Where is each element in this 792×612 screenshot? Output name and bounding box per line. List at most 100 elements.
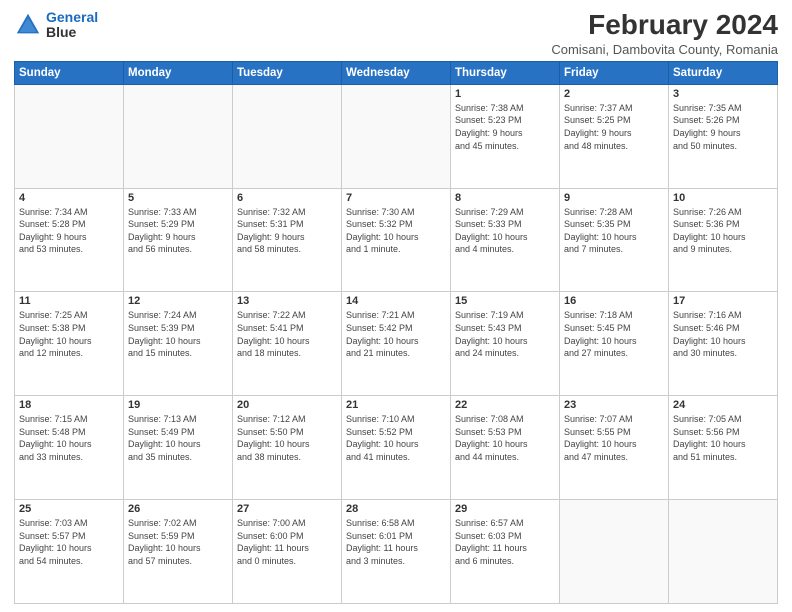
day-info: Sunrise: 7:00 AM Sunset: 6:00 PM Dayligh… (237, 517, 337, 567)
calendar-cell: 3 Sunrise: 7:35 AM Sunset: 5:26 PM Daylig… (669, 84, 778, 188)
calendar-cell (15, 84, 124, 188)
day-number: 7 (346, 192, 446, 204)
day-info: Sunrise: 7:18 AM Sunset: 5:45 PM Dayligh… (564, 309, 664, 359)
calendar-cell: 20 Sunrise: 7:12 AM Sunset: 5:50 PM Dayli… (233, 396, 342, 500)
day-number: 5 (128, 192, 228, 204)
header: General Blue February 2024 Comisani, Dam… (14, 10, 778, 57)
day-info: Sunrise: 6:57 AM Sunset: 6:03 PM Dayligh… (455, 517, 555, 567)
week-row-5: 25 Sunrise: 7:03 AM Sunset: 5:57 PM Dayli… (15, 500, 778, 604)
day-info: Sunrise: 7:12 AM Sunset: 5:50 PM Dayligh… (237, 413, 337, 463)
day-info: Sunrise: 7:05 AM Sunset: 5:56 PM Dayligh… (673, 413, 773, 463)
day-info: Sunrise: 7:24 AM Sunset: 5:39 PM Dayligh… (128, 309, 228, 359)
day-number: 17 (673, 295, 773, 307)
title-block: February 2024 Comisani, Dambovita County… (551, 10, 778, 57)
calendar-cell: 13 Sunrise: 7:22 AM Sunset: 5:41 PM Dayli… (233, 292, 342, 396)
day-number: 26 (128, 503, 228, 515)
calendar-cell (124, 84, 233, 188)
day-number: 22 (455, 399, 555, 411)
day-number: 8 (455, 192, 555, 204)
weekday-header-thursday: Thursday (451, 61, 560, 84)
calendar-cell: 19 Sunrise: 7:13 AM Sunset: 5:49 PM Dayli… (124, 396, 233, 500)
day-info: Sunrise: 7:35 AM Sunset: 5:26 PM Dayligh… (673, 102, 773, 152)
day-info: Sunrise: 7:21 AM Sunset: 5:42 PM Dayligh… (346, 309, 446, 359)
weekday-header-tuesday: Tuesday (233, 61, 342, 84)
day-info: Sunrise: 7:28 AM Sunset: 5:35 PM Dayligh… (564, 206, 664, 256)
day-number: 14 (346, 295, 446, 307)
day-info: Sunrise: 7:19 AM Sunset: 5:43 PM Dayligh… (455, 309, 555, 359)
week-row-4: 18 Sunrise: 7:15 AM Sunset: 5:48 PM Dayli… (15, 396, 778, 500)
day-info: Sunrise: 7:13 AM Sunset: 5:49 PM Dayligh… (128, 413, 228, 463)
calendar-cell: 21 Sunrise: 7:10 AM Sunset: 5:52 PM Dayli… (342, 396, 451, 500)
calendar-cell: 4 Sunrise: 7:34 AM Sunset: 5:28 PM Daylig… (15, 188, 124, 292)
logo: General Blue (14, 10, 98, 41)
calendar-cell: 5 Sunrise: 7:33 AM Sunset: 5:29 PM Daylig… (124, 188, 233, 292)
day-number: 18 (19, 399, 119, 411)
subtitle: Comisani, Dambovita County, Romania (551, 42, 778, 57)
calendar-cell: 24Sunrise: 7:05 AM Sunset: 5:56 PM Dayli… (669, 396, 778, 500)
calendar-cell: 1Sunrise: 7:38 AM Sunset: 5:23 PM Daylig… (451, 84, 560, 188)
day-info: Sunrise: 7:03 AM Sunset: 5:57 PM Dayligh… (19, 517, 119, 567)
calendar-cell: 28Sunrise: 6:58 AM Sunset: 6:01 PM Dayli… (342, 500, 451, 604)
day-info: Sunrise: 7:08 AM Sunset: 5:53 PM Dayligh… (455, 413, 555, 463)
day-number: 9 (564, 192, 664, 204)
day-info: Sunrise: 7:02 AM Sunset: 5:59 PM Dayligh… (128, 517, 228, 567)
calendar-cell: 23 Sunrise: 7:07 AM Sunset: 5:55 PM Dayli… (560, 396, 669, 500)
day-info: Sunrise: 7:07 AM Sunset: 5:55 PM Dayligh… (564, 413, 664, 463)
day-number: 20 (237, 399, 337, 411)
day-info: Sunrise: 7:25 AM Sunset: 5:38 PM Dayligh… (19, 309, 119, 359)
day-number: 12 (128, 295, 228, 307)
day-info: Sunrise: 7:15 AM Sunset: 5:48 PM Dayligh… (19, 413, 119, 463)
day-number: 3 (673, 88, 773, 100)
day-info: Sunrise: 7:26 AM Sunset: 5:36 PM Dayligh… (673, 206, 773, 256)
calendar-cell: 14 Sunrise: 7:21 AM Sunset: 5:42 PM Dayli… (342, 292, 451, 396)
day-number: 23 (564, 399, 664, 411)
calendar-cell: 29 Sunrise: 6:57 AM Sunset: 6:03 PM Dayli… (451, 500, 560, 604)
calendar-cell: 9 Sunrise: 7:28 AM Sunset: 5:35 PM Daylig… (560, 188, 669, 292)
week-row-3: 11 Sunrise: 7:25 AM Sunset: 5:38 PM Dayli… (15, 292, 778, 396)
day-info: Sunrise: 7:33 AM Sunset: 5:29 PM Dayligh… (128, 206, 228, 256)
logo-text: General Blue (46, 10, 98, 41)
day-info: Sunrise: 7:37 AM Sunset: 5:25 PM Dayligh… (564, 102, 664, 152)
weekday-header-wednesday: Wednesday (342, 61, 451, 84)
calendar-cell: 12 Sunrise: 7:24 AM Sunset: 5:39 PM Dayli… (124, 292, 233, 396)
day-info: Sunrise: 7:38 AM Sunset: 5:23 PM Dayligh… (455, 102, 555, 152)
logo-icon (14, 11, 42, 39)
weekday-header-saturday: Saturday (669, 61, 778, 84)
day-number: 27 (237, 503, 337, 515)
calendar-cell: 16Sunrise: 7:18 AM Sunset: 5:45 PM Dayli… (560, 292, 669, 396)
weekday-header-monday: Monday (124, 61, 233, 84)
day-number: 28 (346, 503, 446, 515)
calendar-cell: 15 Sunrise: 7:19 AM Sunset: 5:43 PM Dayli… (451, 292, 560, 396)
day-number: 13 (237, 295, 337, 307)
calendar-cell (233, 84, 342, 188)
day-number: 25 (19, 503, 119, 515)
day-number: 19 (128, 399, 228, 411)
day-info: Sunrise: 7:16 AM Sunset: 5:46 PM Dayligh… (673, 309, 773, 359)
calendar-cell (669, 500, 778, 604)
day-number: 4 (19, 192, 119, 204)
calendar-cell: 8 Sunrise: 7:29 AM Sunset: 5:33 PM Daylig… (451, 188, 560, 292)
day-info: Sunrise: 7:10 AM Sunset: 5:52 PM Dayligh… (346, 413, 446, 463)
day-number: 10 (673, 192, 773, 204)
calendar-cell: 10 Sunrise: 7:26 AM Sunset: 5:36 PM Dayli… (669, 188, 778, 292)
weekday-header-friday: Friday (560, 61, 669, 84)
week-row-1: 1Sunrise: 7:38 AM Sunset: 5:23 PM Daylig… (15, 84, 778, 188)
calendar-cell: 26 Sunrise: 7:02 AM Sunset: 5:59 PM Dayli… (124, 500, 233, 604)
page: General Blue February 2024 Comisani, Dam… (0, 0, 792, 612)
calendar-cell: 7Sunrise: 7:30 AM Sunset: 5:32 PM Daylig… (342, 188, 451, 292)
day-info: Sunrise: 7:29 AM Sunset: 5:33 PM Dayligh… (455, 206, 555, 256)
day-info: Sunrise: 7:32 AM Sunset: 5:31 PM Dayligh… (237, 206, 337, 256)
day-number: 21 (346, 399, 446, 411)
calendar-cell: 18 Sunrise: 7:15 AM Sunset: 5:48 PM Dayli… (15, 396, 124, 500)
day-info: Sunrise: 7:34 AM Sunset: 5:28 PM Dayligh… (19, 206, 119, 256)
day-number: 2 (564, 88, 664, 100)
day-number: 11 (19, 295, 119, 307)
calendar-table: SundayMondayTuesdayWednesdayThursdayFrid… (14, 61, 778, 604)
week-row-2: 4 Sunrise: 7:34 AM Sunset: 5:28 PM Daylig… (15, 188, 778, 292)
day-info: Sunrise: 7:22 AM Sunset: 5:41 PM Dayligh… (237, 309, 337, 359)
calendar-cell: 6Sunrise: 7:32 AM Sunset: 5:31 PM Daylig… (233, 188, 342, 292)
day-number: 29 (455, 503, 555, 515)
calendar-cell: 11 Sunrise: 7:25 AM Sunset: 5:38 PM Dayli… (15, 292, 124, 396)
day-number: 15 (455, 295, 555, 307)
calendar-cell (560, 500, 669, 604)
